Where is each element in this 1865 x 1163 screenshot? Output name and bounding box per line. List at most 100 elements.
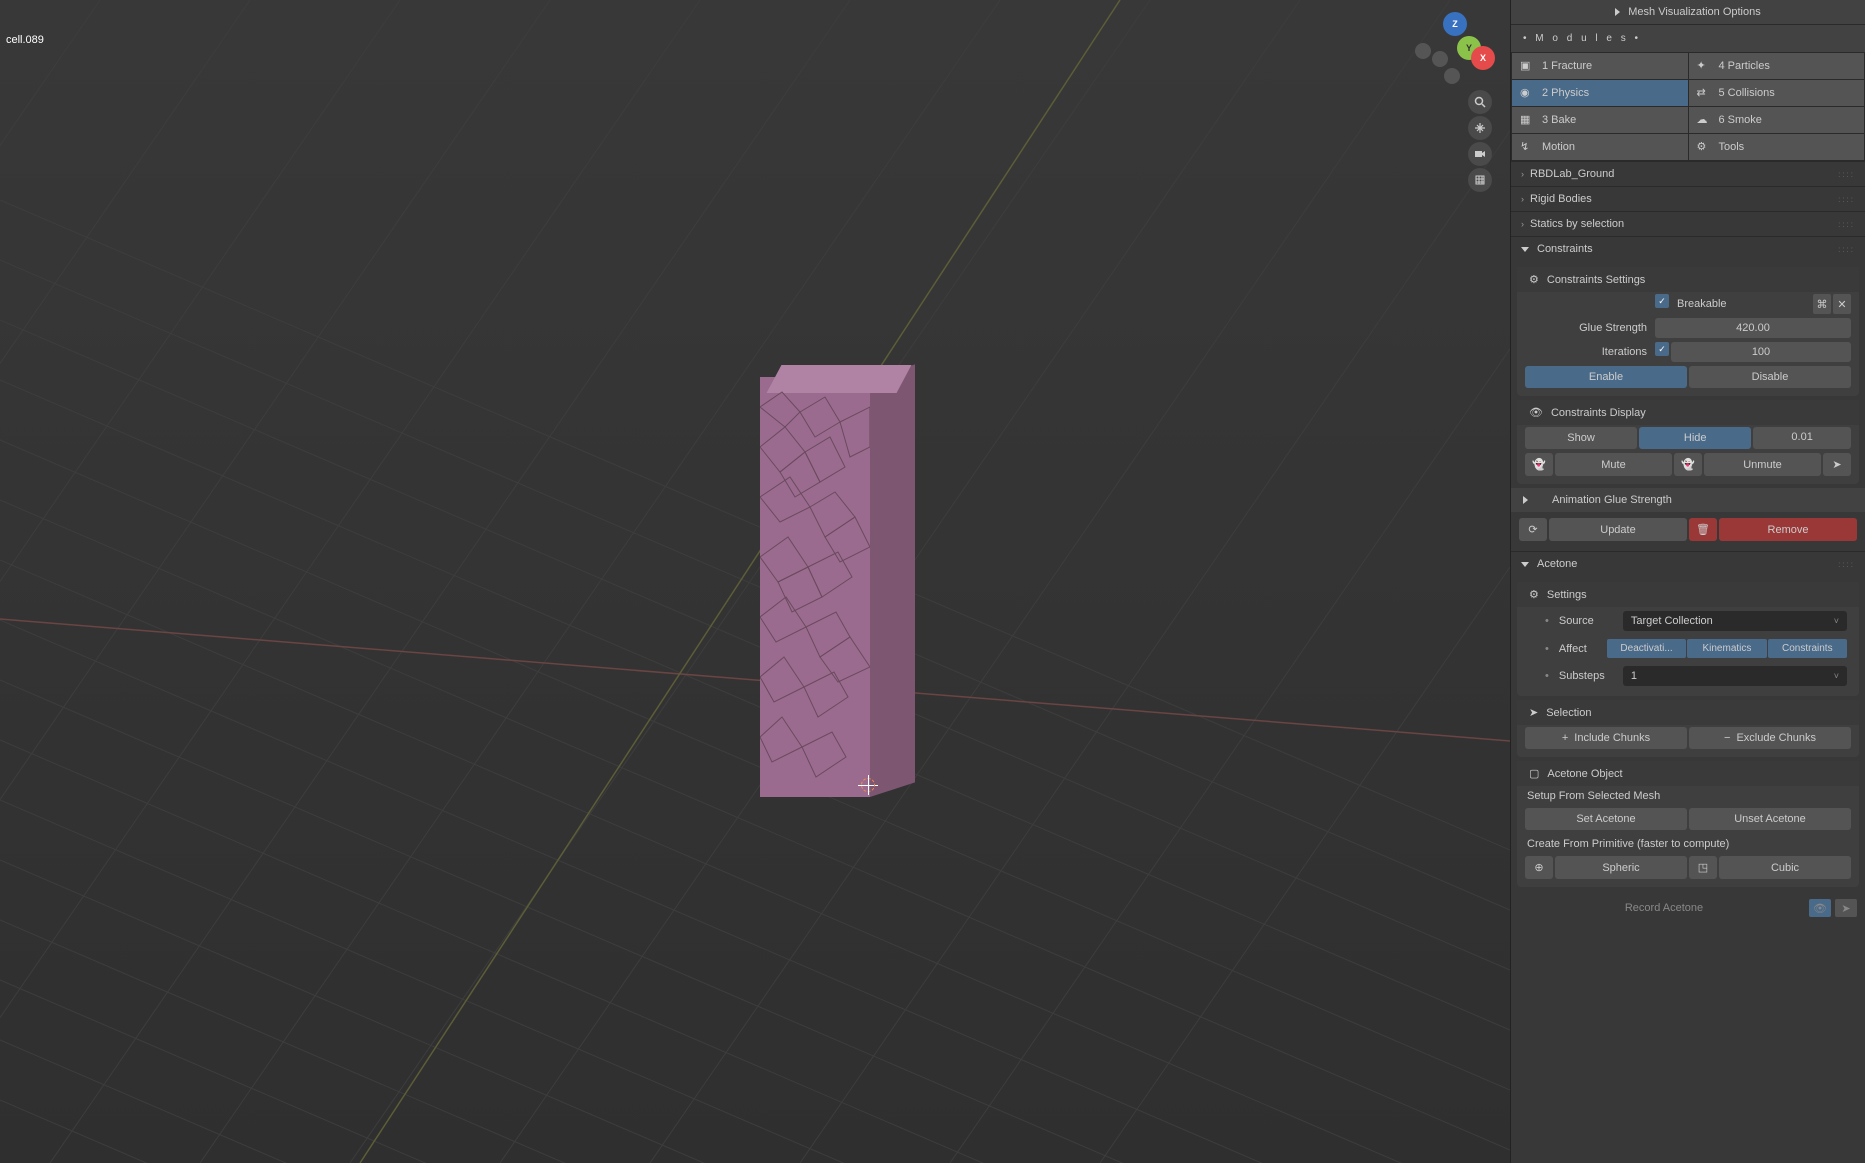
axis-neg-x[interactable] bbox=[1415, 43, 1431, 59]
cursor-icon: ➤ bbox=[1529, 706, 1538, 719]
axis-neg-z[interactable] bbox=[1444, 68, 1460, 84]
include-chunks-button[interactable]: +Include Chunks bbox=[1525, 727, 1687, 749]
sidebar-panel: Mesh Visualization Options • M o d u l e… bbox=[1510, 0, 1865, 1163]
breakable-checkbox[interactable]: ✓ bbox=[1655, 294, 1669, 308]
breakable-label: Breakable bbox=[1671, 294, 1811, 314]
drag-handle-icon[interactable]: :::: bbox=[1838, 170, 1855, 179]
viewport-grid bbox=[0, 0, 1510, 1163]
refresh-icon[interactable]: ⟳ bbox=[1519, 518, 1547, 541]
drag-handle-icon[interactable]: :::: bbox=[1838, 220, 1855, 229]
affect-constraints[interactable]: Constraints bbox=[1768, 639, 1847, 658]
cursor-icon[interactable]: ➤ bbox=[1823, 453, 1851, 476]
eye-toggle-icon[interactable]: 👁 bbox=[1809, 899, 1831, 917]
module-physics[interactable]: ◉2 Physics bbox=[1512, 80, 1688, 106]
module-bake[interactable]: ▦3 Bake bbox=[1512, 107, 1688, 133]
module-tools[interactable]: ⚙Tools bbox=[1689, 134, 1865, 160]
pan-icon[interactable] bbox=[1468, 116, 1492, 140]
source-label: Source bbox=[1559, 615, 1619, 627]
modules-title: • M o d u l e s • bbox=[1511, 24, 1865, 52]
module-smoke[interactable]: ☁6 Smoke bbox=[1689, 107, 1865, 133]
camera-icon[interactable] bbox=[1468, 142, 1492, 166]
acetone-object-header: ▢ Acetone Object bbox=[1517, 761, 1859, 786]
drag-handle-icon[interactable]: :::: bbox=[1838, 195, 1855, 204]
tools-icon: ⚙ bbox=[1697, 140, 1711, 154]
record-acetone-label: Record Acetone bbox=[1625, 902, 1703, 914]
collisions-icon: ⇄ bbox=[1697, 86, 1711, 100]
perspective-icon[interactable] bbox=[1468, 168, 1492, 192]
remove-button[interactable]: Remove bbox=[1719, 518, 1857, 541]
source-dropdown[interactable]: Target Collection bbox=[1623, 611, 1847, 631]
plus-icon: + bbox=[1562, 732, 1568, 744]
substeps-label: Substeps bbox=[1559, 670, 1619, 682]
unmute-button[interactable]: Unmute bbox=[1704, 453, 1821, 476]
drag-handle-icon[interactable]: :::: bbox=[1838, 245, 1855, 254]
hide-button[interactable]: Hide bbox=[1639, 427, 1751, 449]
sphere-icon[interactable]: ⊕ bbox=[1525, 856, 1553, 879]
glue-strength-field[interactable]: 420.00 bbox=[1655, 318, 1851, 338]
unmute-icon[interactable]: 👻 bbox=[1674, 453, 1702, 476]
module-fracture[interactable]: ▣1 Fracture bbox=[1512, 53, 1688, 79]
cubic-button[interactable]: Cubic bbox=[1719, 856, 1851, 879]
section-rigid[interactable]: ›Rigid Bodies:::: bbox=[1511, 186, 1865, 211]
section-acetone[interactable]: Acetone:::: bbox=[1511, 551, 1865, 576]
mute-icon[interactable]: 👻 bbox=[1525, 453, 1553, 476]
module-collisions[interactable]: ⇄5 Collisions bbox=[1689, 80, 1865, 106]
particles-icon: ✦ bbox=[1697, 59, 1711, 73]
gear-icon: ⚙ bbox=[1529, 273, 1539, 286]
motion-icon: ↯ bbox=[1520, 140, 1534, 154]
axis-neg-y[interactable] bbox=[1432, 51, 1448, 67]
exclude-chunks-button[interactable]: −Exclude Chunks bbox=[1689, 727, 1851, 749]
cube-icon[interactable]: ◳ bbox=[1689, 856, 1717, 879]
glue-strength-label: Glue Strength bbox=[1525, 322, 1655, 334]
mute-button[interactable]: Mute bbox=[1555, 453, 1672, 476]
update-button[interactable]: Update bbox=[1549, 518, 1687, 541]
physics-icon: ◉ bbox=[1520, 86, 1534, 100]
expand-arrow-icon bbox=[1523, 496, 1528, 504]
module-motion[interactable]: ↯Motion bbox=[1512, 134, 1688, 160]
spheric-button[interactable]: Spheric bbox=[1555, 856, 1687, 879]
setup-mesh-label: Setup From Selected Mesh bbox=[1517, 786, 1859, 806]
drag-handle-icon[interactable]: :::: bbox=[1838, 560, 1855, 569]
minus-icon: − bbox=[1724, 732, 1730, 744]
orientation-gizmo[interactable]: Z Y X bbox=[1415, 8, 1495, 88]
section-rbdlab[interactable]: ›RBDLab_Ground:::: bbox=[1511, 161, 1865, 186]
constraints-settings-header: ⚙ Constraints Settings bbox=[1517, 267, 1859, 292]
anim-glue-header[interactable]: Animation Glue Strength bbox=[1511, 488, 1865, 512]
acetone-settings-header: ⚙ Settings bbox=[1517, 582, 1859, 607]
zoom-icon[interactable] bbox=[1468, 90, 1492, 114]
affect-deactivation[interactable]: Deactivati... bbox=[1607, 639, 1686, 658]
cursor-toggle-icon[interactable]: ➤ bbox=[1835, 899, 1857, 917]
trash-icon[interactable]: 🗑 bbox=[1689, 518, 1717, 541]
link-icon[interactable]: ⌘ bbox=[1813, 294, 1831, 314]
unlink-icon[interactable]: ✕ bbox=[1833, 294, 1851, 314]
gear-icon: ⚙ bbox=[1529, 588, 1539, 601]
modules-grid: ▣1 Fracture ✦4 Particles ◉2 Physics ⇄5 C… bbox=[1511, 52, 1865, 161]
disable-button[interactable]: Disable bbox=[1689, 366, 1851, 388]
show-button[interactable]: Show bbox=[1525, 427, 1637, 449]
unset-acetone-button[interactable]: Unset Acetone bbox=[1689, 808, 1851, 830]
section-statics[interactable]: ›Statics by selection:::: bbox=[1511, 211, 1865, 236]
mesh-viz-label: Mesh Visualization Options bbox=[1628, 6, 1760, 18]
3d-viewport[interactable]: cell.089 bbox=[0, 0, 1510, 1163]
module-particles[interactable]: ✦4 Particles bbox=[1689, 53, 1865, 79]
mesh-viz-header[interactable]: Mesh Visualization Options bbox=[1511, 0, 1865, 24]
iterations-field[interactable]: 100 bbox=[1671, 342, 1851, 362]
selection-header: ➤ Selection bbox=[1517, 700, 1859, 725]
set-acetone-button[interactable]: Set Acetone bbox=[1525, 808, 1687, 830]
axis-x[interactable]: X bbox=[1471, 46, 1495, 70]
fractured-cube-object[interactable] bbox=[770, 365, 940, 805]
constraints-display-header: 👁 Constraints Display bbox=[1517, 400, 1859, 425]
axis-z[interactable]: Z bbox=[1443, 12, 1467, 36]
affect-kinematics[interactable]: Kinematics bbox=[1687, 639, 1766, 658]
object-icon: ▢ bbox=[1529, 767, 1539, 780]
create-primitive-label: Create From Primitive (faster to compute… bbox=[1517, 832, 1859, 854]
affect-label: Affect bbox=[1559, 643, 1603, 655]
iterations-checkbox[interactable]: ✓ bbox=[1655, 342, 1669, 356]
iterations-label: Iterations bbox=[1525, 346, 1655, 358]
display-value-field[interactable]: 0.01 bbox=[1753, 427, 1851, 449]
bake-icon: ▦ bbox=[1520, 113, 1534, 127]
section-constraints[interactable]: Constraints:::: bbox=[1511, 236, 1865, 261]
expand-arrow-icon bbox=[1615, 8, 1620, 16]
enable-button[interactable]: Enable bbox=[1525, 366, 1687, 388]
substeps-dropdown[interactable]: 1 bbox=[1623, 666, 1847, 686]
